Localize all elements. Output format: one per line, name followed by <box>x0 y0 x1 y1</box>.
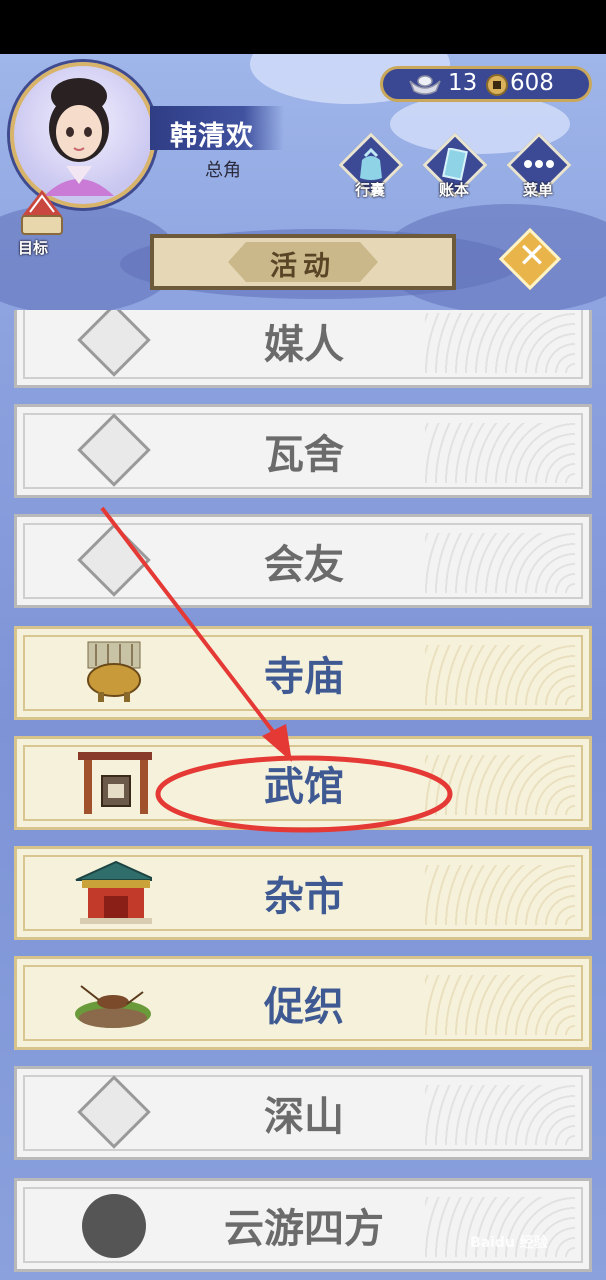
goal-label: 目标 <box>18 239 49 257</box>
moon-landscape-icon <box>78 1188 150 1260</box>
activity-label: 云游四方 <box>224 1206 384 1252</box>
ledger-label: 账本 <box>438 181 469 199</box>
watermark: Baidu 经验 <box>470 1235 548 1251</box>
activity-label: 会友 <box>264 542 344 588</box>
activity-label: 寺庙 <box>264 654 344 700</box>
activity-item-market[interactable]: 杂市 <box>14 846 592 942</box>
game-screen: 韩清欢 总角 目标 13 608 行囊 账本 菜单 活动 ✕ 媒人 瓦舍 会友 … <box>0 54 606 1280</box>
bag-label: 行囊 <box>354 181 385 199</box>
bag-glyph <box>360 148 382 180</box>
market-pavilion-icon <box>75 860 152 924</box>
activity-item-mountains[interactable]: 深山 <box>14 1066 592 1162</box>
status-bar <box>0 0 606 54</box>
menu-glyph <box>524 160 554 168</box>
activity-item-cricket[interactable]: 促织 <box>14 956 592 1052</box>
panel-title: 活动 <box>270 251 336 282</box>
activity-list[interactable]: 媒人 瓦舍 会友 寺庙 武馆 杂市 促织 深山 云游四方 <box>14 310 592 1280</box>
activity-item-travel[interactable]: 云游四方 <box>14 1178 592 1274</box>
close-icon[interactable]: ✕ <box>512 236 552 276</box>
ledger-glyph <box>442 148 468 181</box>
activity-label: 杂市 <box>264 874 344 920</box>
incense-burner-icon <box>87 641 141 702</box>
activity-item-matchmaker[interactable]: 媒人 <box>14 310 592 390</box>
activity-label: 瓦舍 <box>264 432 344 478</box>
player-role: 总角 <box>205 160 241 181</box>
activity-label: 武馆 <box>264 764 344 810</box>
activity-item-theater[interactable]: 瓦舍 <box>14 404 592 500</box>
player-name: 韩清欢 <box>170 121 254 152</box>
coin-count: 608 <box>510 70 554 96</box>
silver-count: 13 <box>448 70 478 96</box>
opera-performer-icon <box>77 413 151 487</box>
cricket-icon <box>75 985 151 1028</box>
menu-label: 菜单 <box>522 181 553 199</box>
fan-icon <box>77 310 151 377</box>
activity-label: 深山 <box>264 1094 344 1140</box>
silver-ingot-icon <box>409 75 441 95</box>
activity-label: 促织 <box>264 984 344 1030</box>
activity-item-martial-hall[interactable]: 武馆 <box>14 736 592 832</box>
tea-bowl-icon <box>77 523 151 597</box>
activity-item-temple[interactable]: 寺庙 <box>14 626 592 722</box>
portrait-icon <box>44 78 114 196</box>
activity-label: 媒人 <box>264 322 344 368</box>
activity-item-meet-friends[interactable]: 会友 <box>14 514 592 610</box>
martial-gate-icon <box>78 752 152 814</box>
copper-coin-icon <box>486 74 508 96</box>
mountain-icon <box>77 1075 151 1149</box>
